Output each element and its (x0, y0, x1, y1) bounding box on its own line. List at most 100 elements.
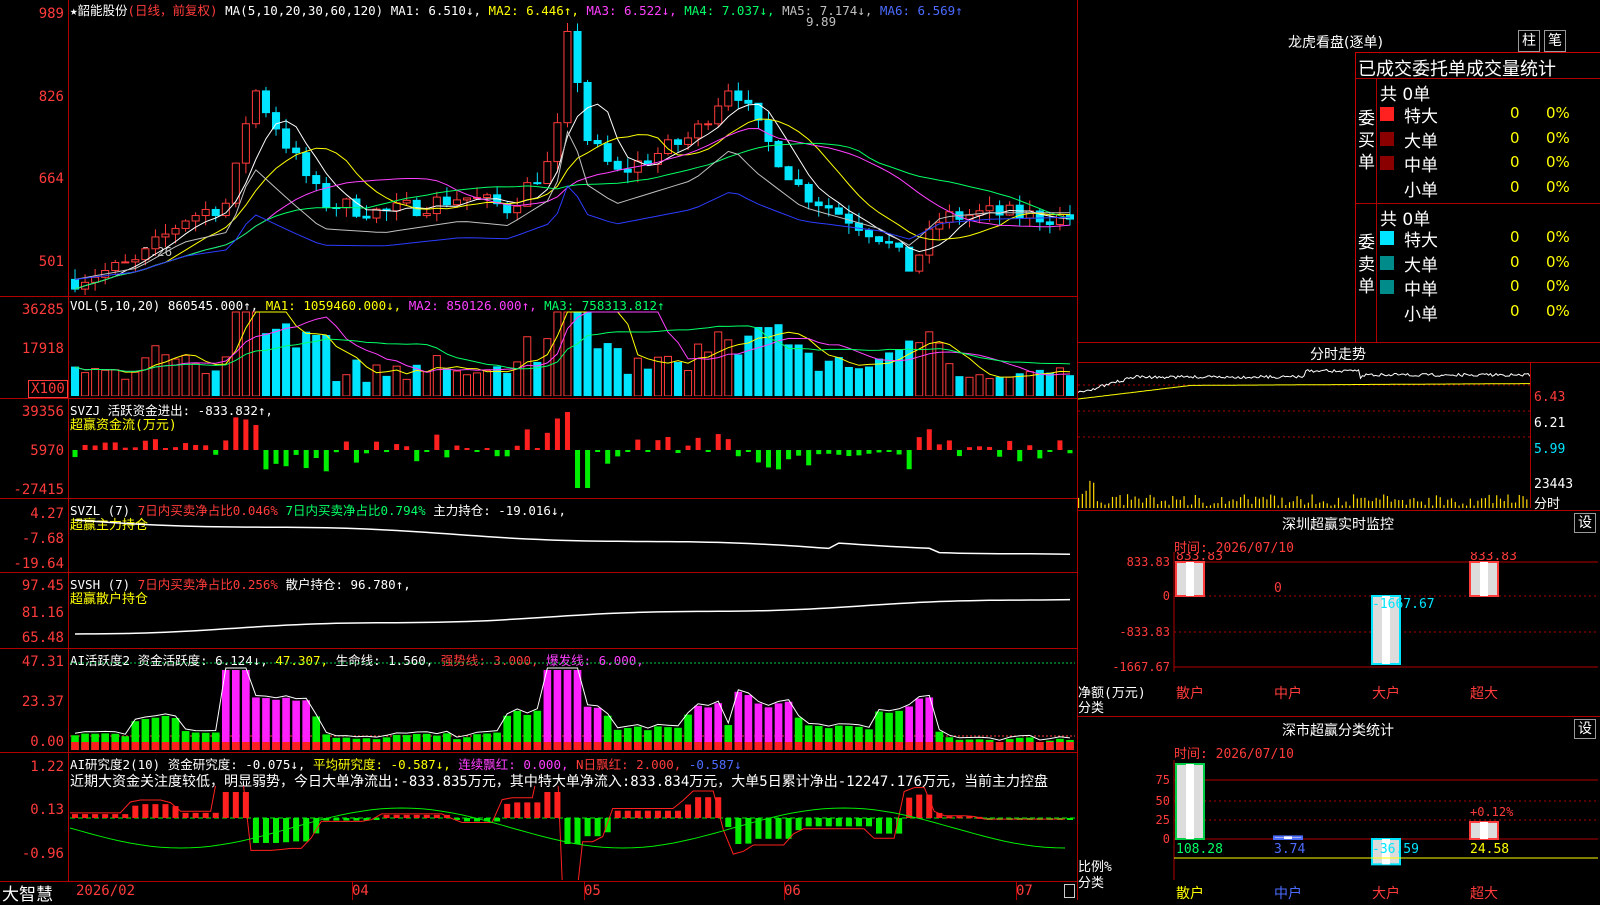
buy-row-pct: 0% (1546, 128, 1570, 147)
ai-active-chart[interactable] (70, 662, 1075, 750)
vol-bar (382, 375, 391, 396)
flow-bar (343, 441, 349, 450)
vol-bar (462, 374, 471, 396)
panel-divider (0, 398, 1077, 399)
research-bar (463, 818, 470, 822)
flow-bar (464, 448, 470, 450)
research-bar (343, 818, 350, 821)
vol-bar (995, 377, 1004, 396)
x-tick (584, 882, 585, 900)
stat-settings-button[interactable]: 设 (1574, 719, 1596, 739)
vol-bar (251, 311, 260, 396)
buy-side-label: 委买单 (1358, 109, 1375, 173)
flow-bar (635, 439, 641, 450)
flow-bar (72, 450, 78, 458)
vol-bar (503, 373, 512, 396)
divider (1078, 342, 1600, 343)
lhb-tick-button[interactable]: 笔 (1544, 30, 1566, 52)
svzj-chart[interactable] (70, 410, 1075, 496)
intraday-vol-bar (1507, 494, 1509, 508)
vol-bar (442, 368, 451, 396)
category-bar-highlight (1186, 562, 1194, 596)
vol-bar (473, 372, 482, 396)
research-bar (112, 814, 119, 818)
flow-bar (816, 450, 822, 455)
flow-bar (866, 450, 872, 454)
app-logo[interactable]: 大智慧 (2, 880, 53, 905)
flow-bar (585, 450, 591, 488)
candle-body (844, 213, 853, 224)
vol-bar (302, 331, 311, 396)
activity-base (382, 742, 391, 750)
lhb-bar-button[interactable]: 柱 (1518, 30, 1540, 52)
flow-bar (152, 439, 158, 450)
stat-chart[interactable]: 75 50 25 0 108.28 散户 3.74 中户 -36.59 大户 24.58 超大 +0.1… (1078, 760, 1600, 900)
divider (1355, 78, 1600, 79)
monitor-settings-button[interactable]: 设 (1574, 513, 1596, 533)
research-bar (876, 818, 883, 834)
intraday-vol-bar (1401, 500, 1404, 508)
intraday-vol-bar (1315, 504, 1317, 508)
flow-bar (173, 447, 179, 450)
svsh-chart[interactable] (70, 588, 1075, 648)
flow-bar (353, 450, 359, 463)
activity-bar (553, 670, 562, 750)
svzj-ylabel: 39356 (21, 404, 64, 420)
intraday-vol-bar (1319, 502, 1321, 508)
lock-icon[interactable] (1064, 884, 1075, 898)
vol-bar (121, 378, 130, 396)
flow-bar (263, 450, 269, 470)
candle-body (282, 128, 291, 149)
research-bar (946, 816, 953, 819)
intraday-chart[interactable] (1078, 363, 1530, 508)
activity-base (211, 742, 220, 750)
intraday-vol-bar (1194, 495, 1196, 508)
vol-bar (1045, 372, 1054, 396)
candle-body (694, 123, 703, 139)
activity-base (141, 742, 150, 750)
intraday-vol-bar (1247, 499, 1249, 508)
main-position-line (74, 519, 1071, 555)
vol-chart[interactable] (70, 310, 1075, 396)
research-bar (92, 814, 99, 818)
buy-row-name: 特大 (1404, 107, 1438, 127)
activity-base (714, 742, 723, 750)
flow-bar (956, 450, 962, 457)
flow-bar (1007, 440, 1013, 450)
flow-bar (1067, 450, 1073, 454)
intraday-vol-bar (1149, 494, 1151, 508)
activity-base (885, 742, 893, 750)
flow-bar (293, 450, 299, 455)
svzl-chart[interactable] (70, 512, 1075, 572)
activity-base (674, 742, 682, 750)
intraday-vol-bar (1432, 505, 1434, 508)
research-bar (916, 794, 923, 818)
activity-bar (573, 670, 582, 750)
activity-base (242, 742, 250, 750)
kline-chart[interactable] (70, 14, 1075, 296)
activity-base (784, 742, 793, 750)
research-bar (152, 804, 159, 818)
intraday-vol-bar (1469, 498, 1471, 508)
candle-body (674, 139, 683, 145)
activity-base (232, 742, 240, 750)
activity-base (1025, 742, 1034, 750)
vol-bar (955, 376, 964, 396)
ai-research-chart[interactable] (70, 786, 1075, 880)
research-bar (695, 797, 702, 818)
vol-bar (191, 363, 200, 396)
flow-bar (695, 437, 701, 450)
sell-row-pct: 0% (1546, 252, 1570, 271)
ai-research-extra: -0.587↓ (688, 757, 742, 772)
activity-base (704, 742, 712, 750)
activity-bar (242, 670, 250, 750)
monitor-chart[interactable]: 833.83 0 -833.83 -1667.67 833.83 散户 0 中户 -1667.6… (1078, 552, 1600, 707)
research-bar (212, 812, 219, 818)
activity-base (774, 742, 783, 750)
flow-bar (243, 419, 249, 450)
activity-base (252, 742, 260, 750)
candle-body (292, 147, 301, 154)
flow-bar (82, 444, 88, 450)
vol-bar (784, 344, 793, 396)
activity-base (372, 742, 381, 750)
